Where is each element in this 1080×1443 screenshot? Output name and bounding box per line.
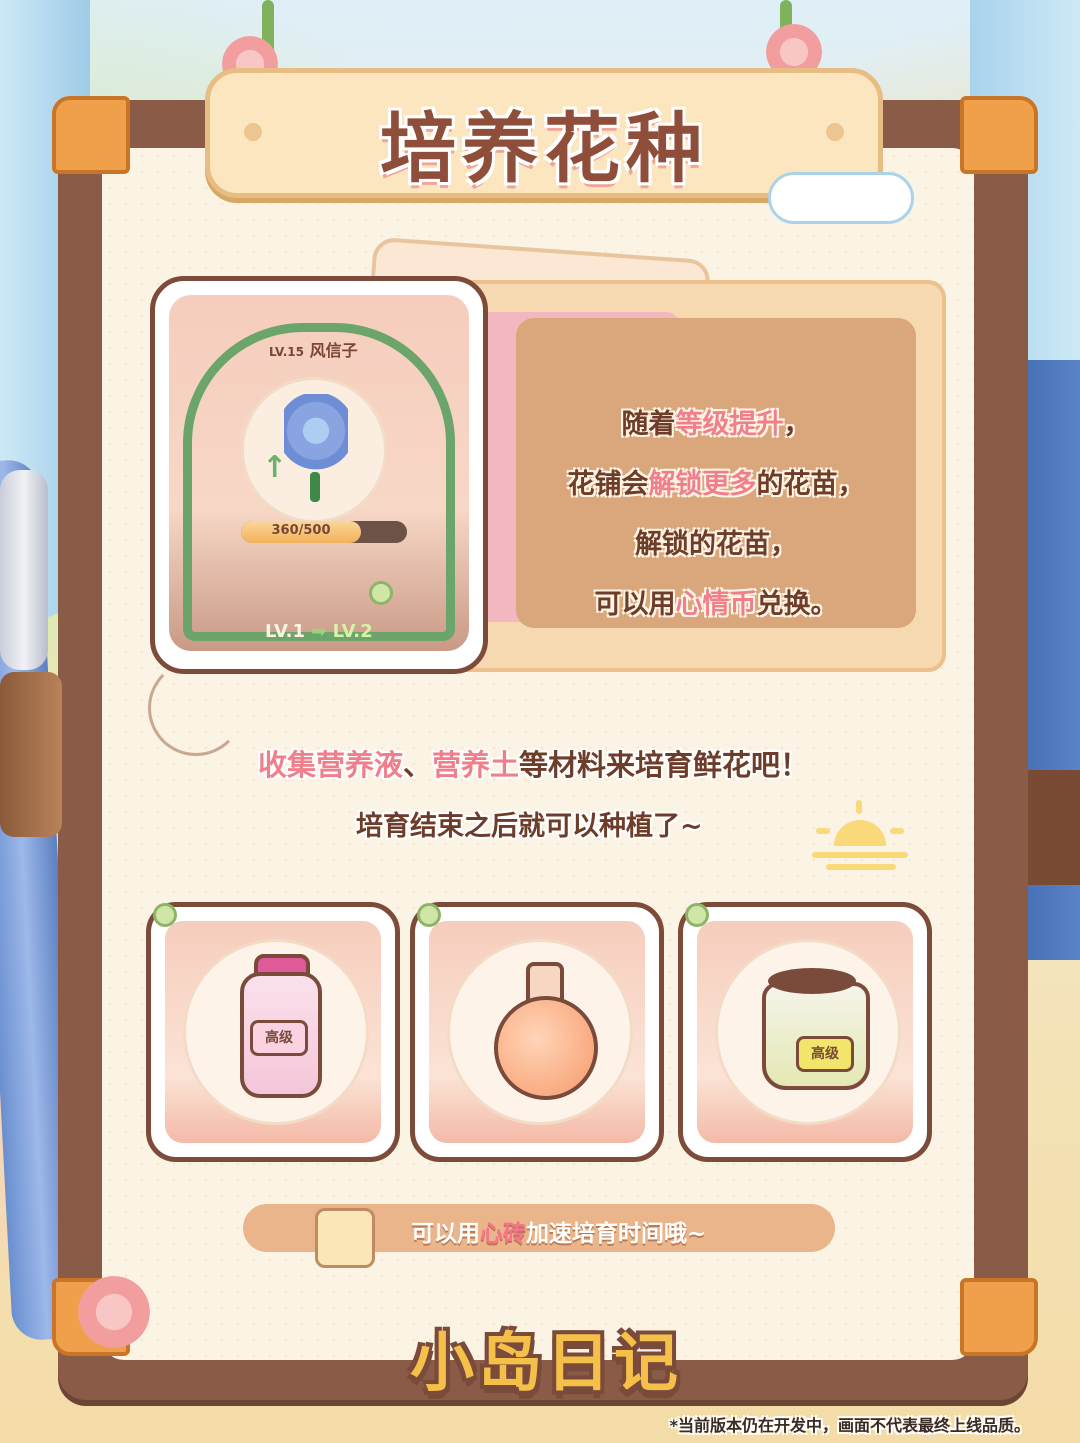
info-text: 兑换。 [756, 589, 838, 620]
tip-text-part: 加速培育时间哦~ [526, 1221, 707, 1247]
flower-decoration [78, 1276, 150, 1348]
plant-card[interactable]: LV.15 风信子 ↑ 360/500 LV.1 ➡ LV.2 [150, 276, 488, 674]
item-slot-nutrient-soil[interactable]: 高级 [678, 902, 932, 1162]
info-text: ， [783, 409, 811, 440]
soil-bag-icon: 高级 [762, 982, 870, 1090]
to-level: LV.2 [332, 621, 373, 642]
item-slot-inner: 高级 [165, 921, 381, 1143]
progress-text: 360/500 [271, 523, 331, 538]
item-grade-tag: 高级 [250, 1020, 308, 1056]
item-circle: 高级 [715, 939, 901, 1125]
cloud-icon [768, 172, 914, 224]
message-highlight: 收集营养液 [258, 748, 404, 782]
item-circle: 高级 [183, 939, 369, 1125]
item-circle [447, 939, 633, 1125]
nutrient-bottle-icon: 高级 [240, 972, 322, 1098]
info-highlight: 心情币 [675, 589, 757, 620]
level-up-arrow-icon: ↑ [262, 450, 288, 485]
sun-ray [856, 800, 862, 814]
potion-flask-icon [494, 996, 598, 1100]
tip-highlight: 心砖 [480, 1221, 526, 1247]
stem-icon [310, 472, 320, 502]
corner-guard [960, 96, 1038, 174]
message-highlight: 营养土 [432, 748, 520, 782]
plant-portrait: ↑ [241, 377, 387, 523]
sun-ray [890, 828, 904, 834]
item-slot-potion[interactable] [410, 902, 664, 1162]
card-dot [369, 581, 393, 605]
plant-name: 风信子 [309, 341, 358, 360]
disclaimer-text: *当前版本仍在开发中，画面不代表最终上线品质。 [669, 1416, 1030, 1435]
message-text: 、 [403, 748, 433, 782]
plant-title: LV.15 风信子 [269, 337, 358, 361]
info-text: 随着 [621, 409, 676, 440]
sun-line [826, 864, 896, 870]
plant-card-inner: LV.15 风信子 ↑ 360/500 LV.1 ➡ LV.2 [169, 295, 469, 651]
info-line-1: 随着等级提升， [516, 402, 916, 441]
item-grade-tag: 高级 [796, 1036, 854, 1072]
plant-message: 培育结束之后就可以种植了~ [356, 811, 703, 842]
sun-ray [816, 828, 830, 834]
soil-top [768, 968, 856, 994]
strap-decoration [0, 672, 62, 837]
message-text: 等材料来培育鲜花吧！ [519, 748, 810, 782]
item-slot-inner [429, 921, 645, 1143]
corner-guard [52, 96, 130, 174]
tip-banner: 可以用心砖加速培育时间哦~ [243, 1204, 835, 1268]
info-text: 花铺会 [567, 469, 649, 500]
sun-line [812, 852, 908, 858]
item-slot-inner: 高级 [697, 921, 913, 1143]
info-text: 的花苗， [756, 469, 865, 500]
corner-guard [960, 1278, 1038, 1356]
arrow-right-icon: ➡ [311, 621, 327, 642]
info-line-3: 解锁的花苗， [635, 529, 797, 560]
sun-icon [812, 800, 908, 870]
plant-level: LV.15 [269, 345, 304, 359]
heart-brick-bag-icon [315, 1208, 375, 1268]
tip-text: 可以用心砖加速培育时间哦~ [411, 1214, 706, 1248]
info-text: 可以用 [594, 589, 676, 620]
item-slot-nutrient-liquid[interactable]: 高级 [146, 902, 400, 1162]
growth-progress-bar: 360/500 [241, 521, 407, 543]
info-highlight: 解锁更多 [648, 469, 757, 500]
material-message: 收集营养液、营养土等材料来培育鲜花吧！ [258, 742, 809, 784]
game-logo: 小岛日记 [410, 1327, 682, 1401]
info-line-2: 花铺会解锁更多的花苗， [516, 462, 916, 501]
tip-text-part: 可以用 [411, 1221, 480, 1247]
pen-cap-decoration [0, 470, 48, 670]
info-text-box: 随着等级提升， 花铺会解锁更多的花苗， 解锁的花苗， 可以用心情币兑换。 [516, 318, 916, 628]
info-highlight: 等级提升 [675, 409, 784, 440]
sun-half [834, 820, 886, 846]
info-line-4: 可以用心情币兑换。 [516, 582, 916, 621]
curl-arrow-icon [148, 660, 244, 756]
level-upgrade: LV.1 ➡ LV.2 [265, 621, 373, 642]
from-level: LV.1 [265, 621, 305, 642]
